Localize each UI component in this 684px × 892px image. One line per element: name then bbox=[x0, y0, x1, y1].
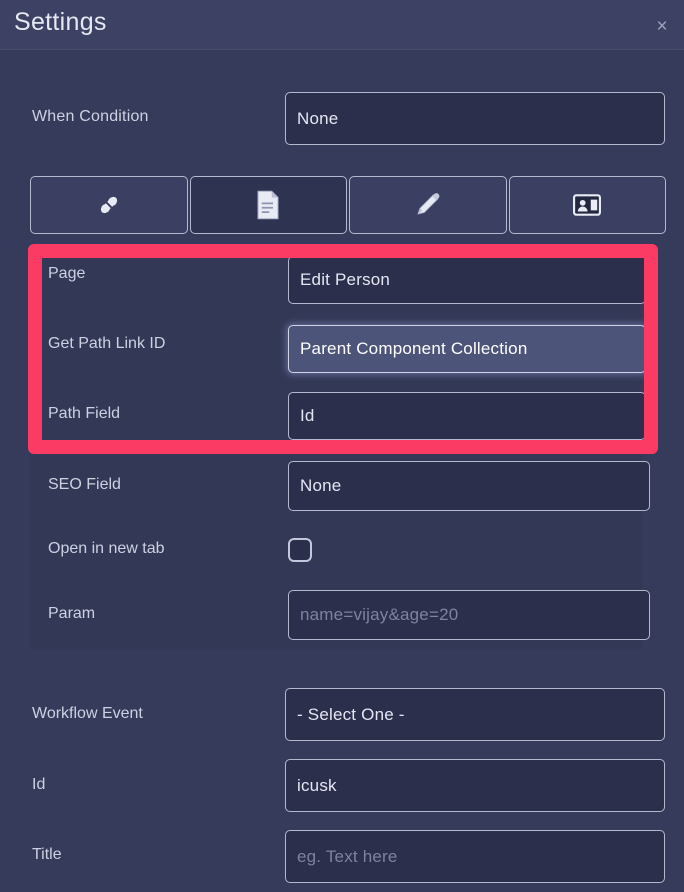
title-label: Title bbox=[32, 846, 62, 863]
page-select[interactable]: Edit Person bbox=[288, 256, 646, 304]
page-label: Page bbox=[48, 265, 86, 282]
title-input[interactable]: eg. Text here bbox=[285, 830, 665, 883]
document-icon bbox=[255, 190, 281, 220]
path-field-select[interactable]: Id bbox=[288, 392, 646, 440]
pencil-icon bbox=[413, 190, 443, 220]
link-icon bbox=[94, 190, 124, 220]
close-icon[interactable]: × bbox=[648, 12, 676, 40]
seo-field-select[interactable]: None bbox=[288, 461, 650, 511]
tab-link[interactable] bbox=[30, 176, 188, 234]
param-input[interactable]: name=vijay&age=20 bbox=[288, 590, 650, 640]
param-label: Param bbox=[48, 605, 96, 622]
workflow-event-label: Workflow Event bbox=[32, 705, 143, 722]
tab-document[interactable] bbox=[189, 176, 347, 234]
id-label: Id bbox=[32, 776, 46, 793]
when-condition-select[interactable]: None bbox=[285, 92, 665, 145]
tab-edit[interactable] bbox=[349, 176, 507, 234]
open-in-new-tab-checkbox[interactable] bbox=[288, 538, 312, 562]
page-title: Settings bbox=[14, 8, 107, 36]
tab-contact[interactable] bbox=[508, 176, 666, 234]
seo-field-label: SEO Field bbox=[48, 476, 121, 493]
id-input[interactable]: icusk bbox=[285, 759, 665, 812]
get-path-link-id-label: Get Path Link ID bbox=[48, 335, 166, 352]
tab-bar bbox=[30, 176, 666, 234]
contact-card-icon bbox=[573, 193, 602, 217]
when-condition-row: When Condition bbox=[32, 108, 149, 126]
when-condition-label: When Condition bbox=[32, 108, 149, 125]
path-field-label: Path Field bbox=[48, 405, 121, 422]
get-path-link-id-select[interactable]: Parent Component Collection bbox=[288, 325, 646, 373]
workflow-event-select[interactable]: - Select One - bbox=[285, 688, 665, 741]
open-in-new-tab-label: Open in new tab bbox=[48, 540, 165, 557]
